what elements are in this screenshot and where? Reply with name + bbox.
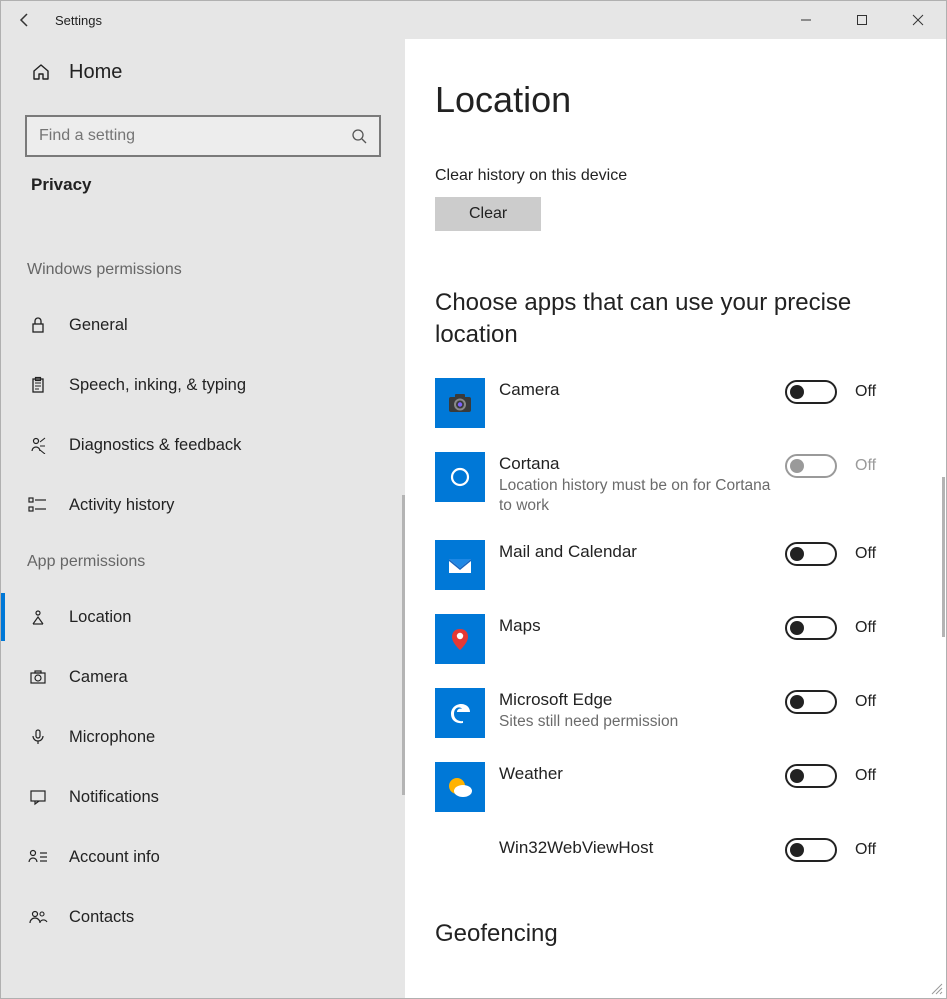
- group-windows-permissions: Windows permissions: [1, 261, 405, 279]
- sidebar: Home Privacy Windows permissions General: [1, 39, 405, 998]
- app-row-maps: Maps Off: [435, 614, 946, 664]
- clipboard-icon: [27, 376, 49, 394]
- home-icon: [31, 62, 55, 82]
- app-sub-label: Sites still need permission: [499, 712, 785, 732]
- toggle-state-label: Off: [855, 383, 883, 401]
- sidebar-navlist[interactable]: Windows permissions General Speech, inki…: [1, 243, 405, 998]
- clear-history-label: Clear history on this device: [435, 167, 946, 185]
- toggle-camera[interactable]: [785, 380, 837, 404]
- group-app-permissions: App permissions: [1, 553, 405, 571]
- app-name-label: Weather: [499, 764, 785, 784]
- sidebar-item-microphone[interactable]: Microphone: [1, 707, 405, 767]
- sidebar-item-label: Microphone: [49, 728, 155, 747]
- camera-icon: [27, 668, 49, 686]
- toggle-state-label: Off: [855, 619, 883, 637]
- app-row-cortana: Cortana Location history must be on for …: [435, 452, 946, 516]
- sidebar-item-speech[interactable]: Speech, inking, & typing: [1, 355, 405, 415]
- back-button[interactable]: [1, 12, 49, 28]
- sidebar-item-label: Contacts: [49, 908, 134, 927]
- app-row-weather: Weather Off: [435, 762, 946, 812]
- feedback-icon: [27, 436, 49, 454]
- titlebar: Settings: [1, 1, 946, 39]
- app-name-label: Maps: [499, 616, 785, 636]
- geofencing-heading: Geofencing: [435, 920, 946, 948]
- app-name-label: Cortana: [499, 454, 785, 474]
- toggle-state-label: Off: [855, 545, 883, 563]
- contacts-icon: [27, 908, 49, 926]
- app-sub-label: Location history must be on for Cortana …: [499, 476, 785, 516]
- app-name-label: Camera: [499, 380, 785, 400]
- blank-app-icon: [435, 836, 485, 886]
- mail-app-icon: [435, 540, 485, 590]
- sidebar-item-notifications[interactable]: Notifications: [1, 767, 405, 827]
- timeline-icon: [27, 496, 49, 514]
- edge-app-icon: [435, 688, 485, 738]
- toggle-weather[interactable]: [785, 764, 837, 788]
- cortana-app-icon: [435, 452, 485, 502]
- sidebar-item-camera[interactable]: Camera: [1, 647, 405, 707]
- minimize-button[interactable]: [778, 1, 834, 39]
- sidebar-item-label: Diagnostics & feedback: [49, 436, 241, 455]
- window-title: Settings: [49, 13, 102, 28]
- sidebar-item-label: Activity history: [49, 496, 174, 515]
- maximize-button[interactable]: [834, 1, 890, 39]
- toggle-cortana: [785, 454, 837, 478]
- sidebar-item-label: Speech, inking, & typing: [49, 376, 246, 395]
- page-title: Location: [435, 79, 946, 121]
- toggle-state-label: Off: [855, 767, 883, 785]
- sidebar-item-label: Account info: [49, 848, 160, 867]
- category-title: Privacy: [1, 175, 405, 195]
- sidebar-item-general[interactable]: General: [1, 295, 405, 355]
- home-label: Home: [55, 61, 122, 84]
- toggle-edge[interactable]: [785, 690, 837, 714]
- toggle-state-label: Off: [855, 457, 883, 475]
- toggle-state-label: Off: [855, 693, 883, 711]
- maps-app-icon: [435, 614, 485, 664]
- sidebar-item-diagnostics[interactable]: Diagnostics & feedback: [1, 415, 405, 475]
- toggle-mail[interactable]: [785, 542, 837, 566]
- sidebar-item-label: Camera: [49, 668, 128, 687]
- sidebar-item-account-info[interactable]: Account info: [1, 827, 405, 887]
- home-button[interactable]: Home: [1, 47, 405, 97]
- sidebar-item-contacts[interactable]: Contacts: [1, 887, 405, 947]
- notifications-icon: [27, 788, 49, 806]
- account-icon: [27, 848, 49, 866]
- sidebar-item-label: General: [49, 316, 128, 335]
- app-name-label: Mail and Calendar: [499, 542, 785, 562]
- app-name-label: Win32WebViewHost: [499, 838, 785, 858]
- app-row-camera: Camera Off: [435, 378, 946, 428]
- app-name-label: Microsoft Edge: [499, 690, 785, 710]
- search-icon: [351, 128, 367, 144]
- resize-grip-icon[interactable]: [929, 981, 943, 995]
- search-field[interactable]: [39, 127, 351, 145]
- toggle-maps[interactable]: [785, 616, 837, 640]
- toggle-state-label: Off: [855, 841, 883, 859]
- close-button[interactable]: [890, 1, 946, 39]
- sidebar-item-activity-history[interactable]: Activity history: [1, 475, 405, 535]
- weather-app-icon: [435, 762, 485, 812]
- lock-icon: [27, 316, 49, 334]
- location-icon: [27, 608, 49, 626]
- microphone-icon: [27, 728, 49, 746]
- toggle-win32[interactable]: [785, 838, 837, 862]
- content-pane: Location Clear history on this device Cl…: [405, 39, 946, 998]
- app-row-edge: Microsoft Edge Sites still need permissi…: [435, 688, 946, 738]
- apps-section-heading: Choose apps that can use your precise lo…: [435, 287, 895, 352]
- content-scrollbar[interactable]: [942, 477, 945, 637]
- app-row-mail: Mail and Calendar Off: [435, 540, 946, 590]
- app-row-win32webviewhost: Win32WebViewHost Off: [435, 836, 946, 886]
- sidebar-item-label: Location: [49, 608, 131, 627]
- clear-button[interactable]: Clear: [435, 197, 541, 231]
- camera-app-icon: [435, 378, 485, 428]
- sidebar-item-label: Notifications: [49, 788, 159, 807]
- sidebar-item-location[interactable]: Location: [1, 587, 405, 647]
- search-input[interactable]: [25, 115, 381, 157]
